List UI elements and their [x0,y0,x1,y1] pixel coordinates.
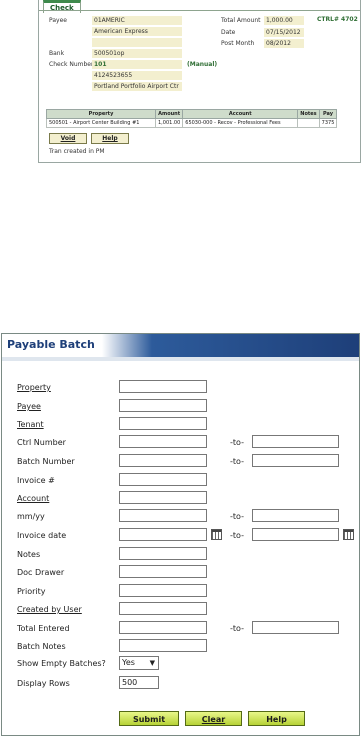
show-empty-batches-select[interactable]: Yes ▼ [119,656,159,670]
total-amount: 1,000.00 [264,16,304,25]
void-button[interactable]: Void [49,133,87,144]
batch-notes-label: Batch Notes [17,642,66,651]
show-empty-batches-value: Yes [122,658,135,667]
bank-label: Bank [49,50,65,57]
help-button[interactable]: Help [248,711,305,726]
payee-code: 01AMERIC [92,16,182,25]
col-property: Property [46,109,156,119]
priority-input[interactable] [119,584,207,597]
invoice-date-label: Invoice date [17,531,67,540]
priority-label: Priority [17,587,46,596]
ctrl-number-label: Ctrl Number [17,438,66,447]
display-rows-label: Display Rows [17,679,70,688]
clear-button[interactable]: Clear [185,711,242,726]
tab-check[interactable]: Check [43,0,81,13]
date-label: Date [221,29,236,36]
to-label: -to- [230,438,244,447]
post-month-value: 08/2012 [264,39,304,48]
show-empty-batches-label: Show Empty Batches? [17,659,106,668]
chevron-down-icon: ▼ [149,659,155,667]
payee-link[interactable]: Payee [17,402,41,411]
col-pay: Pay [318,109,338,119]
total-entered-from-input[interactable] [119,621,207,634]
cell-amount: 1,001.00 [154,118,184,128]
display-rows-input[interactable]: 500 [119,676,159,689]
tenant-link[interactable]: Tenant [17,420,44,429]
to-label: -to- [230,457,244,466]
doc-drawer-label: Doc Drawer [17,568,65,577]
check-number: 101 [92,60,182,69]
created-by-user-input[interactable] [119,602,207,615]
calendar-icon[interactable] [343,529,354,540]
check-number-label: Check Number [49,61,94,68]
invoice-input[interactable] [119,473,207,486]
bank-value: 500501op [92,49,182,58]
help-button[interactable]: Help [91,133,129,144]
notes-input[interactable] [119,547,207,560]
created-by-user-link[interactable]: Created by User [17,605,82,614]
cell-pay: 7375 [318,118,338,128]
to-label: -to- [230,512,244,521]
to-label: -to- [230,531,244,540]
table-row: 500501 - Airport Center Building #1 1,00… [46,118,338,128]
ctrl-number-to-input[interactable] [252,435,339,448]
cell-notes [297,118,320,128]
mmyy-label: mm/yy [17,512,45,521]
payee-input[interactable] [119,399,207,412]
batch-number-from-input[interactable] [119,454,207,467]
col-notes: Notes [297,109,320,119]
batch-number-to-input[interactable] [252,454,339,467]
check-detail-table: Property Amount Account Notes Pay 500501… [46,109,338,128]
date-value: 07/15/2012 [264,28,304,37]
total-amount-label: Total Amount [221,17,261,24]
mmyy-from-input[interactable] [119,509,207,522]
header-divider [2,357,359,361]
cell-property: 500501 - Airport Center Building #1 [46,118,156,128]
total-entered-label: Total Entered [17,624,70,633]
account-link[interactable]: Account [17,494,49,503]
account-input[interactable] [119,491,207,504]
batch-notes-input[interactable] [119,639,207,652]
invoice-label: Invoice # [17,476,55,485]
mmyy-to-input[interactable] [252,509,339,522]
to-label: -to- [230,624,244,633]
ctrl-number-from-input[interactable] [119,435,207,448]
col-account: Account [182,109,299,119]
location: Portland Portfolio Airport Ctr [92,82,182,91]
calendar-icon[interactable] [211,529,222,540]
payee-label: Payee [49,17,67,24]
invoice-date-to-input[interactable] [252,528,339,541]
submit-button[interactable]: Submit [119,711,179,726]
payee-name: American Express [92,27,182,36]
ctrl-number: CTRL# 4702 [317,16,358,23]
col-amount: Amount [154,109,184,119]
tran-note: Tran created in PM [49,148,105,155]
payee-extra [92,38,182,47]
tenant-input[interactable] [119,417,207,430]
check-panel: Check CTRL# 4702 Payee 01AMERIC American… [38,0,361,163]
batch-number-label: Batch Number [17,457,75,466]
payable-batch-panel: Payable Batch Property Payee Tenant Ctrl… [1,333,360,736]
page-title: Payable Batch [7,338,95,351]
property-link[interactable]: Property [17,383,51,392]
total-entered-to-input[interactable] [252,621,339,634]
account-number: 4124523655 [92,71,182,80]
invoice-date-from-input[interactable] [119,528,207,541]
manual-flag: (Manual) [187,61,218,68]
post-month-label: Post Month [221,40,255,47]
property-input[interactable] [119,380,207,393]
doc-drawer-input[interactable] [119,565,207,578]
divider [39,10,360,11]
notes-label: Notes [17,550,41,559]
cell-account: 65030-000 - Recov - Professional Fees [182,118,299,128]
